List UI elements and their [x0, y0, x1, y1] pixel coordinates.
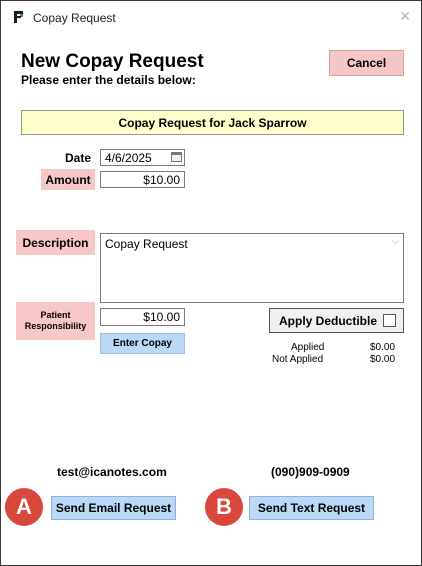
close-icon[interactable]: ✕: [399, 8, 411, 25]
patient-responsibility-value: $10.00: [143, 310, 180, 324]
not-applied-value: $0.00: [370, 354, 396, 365]
calendar-icon[interactable]: [171, 152, 182, 162]
description-label: Description: [16, 230, 95, 255]
date-field[interactable]: 4/6/2025: [100, 149, 185, 166]
date-value: 4/6/2025: [105, 150, 152, 165]
page-title: New Copay Request: [21, 51, 204, 72]
patient-responsibility-label-line2: Responsibility: [24, 321, 87, 331]
enter-copay-button[interactable]: Enter Copay: [100, 333, 185, 354]
not-applied-label: Not Applied: [272, 354, 324, 365]
patient-phone: (090)909-0909: [271, 465, 350, 479]
cancel-button[interactable]: Cancel: [329, 50, 404, 76]
apply-deductible-checkbox[interactable]: [383, 314, 396, 327]
patient-responsibility-label: Patient Responsibility: [16, 302, 95, 340]
apply-deductible-label: Apply Deductible: [279, 313, 378, 328]
amount-field[interactable]: $10.00: [100, 171, 185, 188]
copay-request-window: Copay Request ✕ New Copay Request Please…: [0, 0, 422, 566]
amount-label: Amount: [41, 169, 95, 190]
description-value: Copay Request: [105, 237, 188, 251]
title-bar: Copay Request ✕: [1, 1, 421, 35]
send-email-request-button[interactable]: Send Email Request: [51, 496, 176, 520]
app-logo-icon: [14, 11, 23, 23]
applied-value: $0.00: [370, 342, 396, 353]
annotation-badge-b: B: [205, 488, 243, 526]
patient-banner: Copay Request for Jack Sparrow: [21, 110, 404, 135]
patient-responsibility-field[interactable]: $10.00: [100, 308, 185, 326]
date-label: Date: [65, 151, 92, 165]
scroll-down-icon[interactable]: ⌵: [392, 236, 399, 247]
applied-label: Applied: [291, 342, 325, 353]
annotation-badge-a: A: [5, 488, 43, 526]
patient-email: test@icanotes.com: [57, 465, 167, 479]
page-subtitle: Please enter the details below:: [21, 73, 196, 87]
patient-responsibility-label-line1: Patient: [40, 310, 71, 320]
description-textarea[interactable]: Copay Request ⌵: [100, 233, 404, 303]
window-title: Copay Request: [33, 11, 116, 25]
send-text-request-button[interactable]: Send Text Request: [249, 496, 374, 520]
amount-value: $10.00: [143, 172, 180, 187]
apply-deductible-control[interactable]: Apply Deductible: [269, 308, 404, 333]
